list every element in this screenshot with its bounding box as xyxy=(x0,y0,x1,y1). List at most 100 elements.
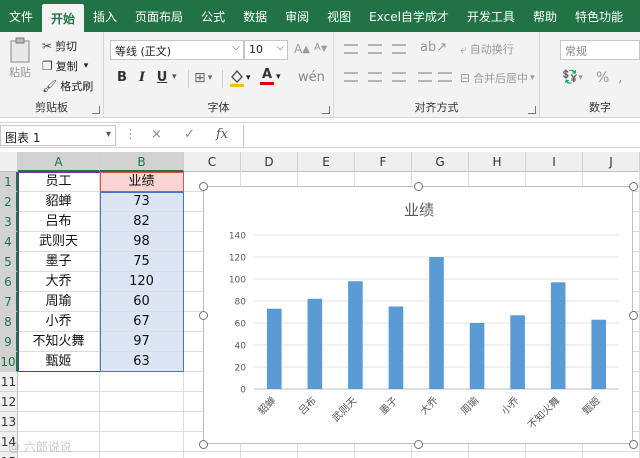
font-size-select[interactable]: 10 ⌵ xyxy=(244,40,288,60)
cell-A2[interactable]: 貂蝉 xyxy=(18,192,100,212)
align-middle-icon[interactable] xyxy=(368,44,382,54)
cell-A8[interactable]: 小乔 xyxy=(18,312,100,332)
cell-B2[interactable]: 73 xyxy=(100,192,184,212)
cell-A13[interactable] xyxy=(18,412,100,432)
tab-5[interactable]: 数据 xyxy=(234,0,276,32)
cell-B6[interactable]: 120 xyxy=(100,272,184,292)
select-all-corner[interactable] xyxy=(0,152,18,172)
align-bottom-icon[interactable] xyxy=(392,44,406,54)
cell-A11[interactable] xyxy=(18,372,100,392)
column-header-G[interactable]: G xyxy=(412,152,469,172)
tab-8[interactable]: Excel自学成才 xyxy=(360,0,458,32)
cell-B12[interactable] xyxy=(100,392,184,412)
percent-button[interactable]: % xyxy=(596,70,609,86)
decrease-indent-icon[interactable] xyxy=(418,72,432,82)
row-header-3[interactable]: 3 xyxy=(0,212,18,232)
tab-6[interactable]: 审阅 xyxy=(276,0,318,32)
column-header-A[interactable]: A xyxy=(18,152,100,172)
cell-J15[interactable] xyxy=(583,452,640,458)
tab-12[interactable]: Pow xyxy=(632,0,640,32)
resize-handle-4[interactable] xyxy=(629,311,638,320)
cell-B4[interactable]: 98 xyxy=(100,232,184,252)
resize-handle-3[interactable] xyxy=(199,311,208,320)
borders-icon[interactable]: ⊞ ▾ xyxy=(194,70,212,86)
font-name-select[interactable]: 等线 (正文) ⌵ xyxy=(110,40,244,60)
row-header-12[interactable]: 12 xyxy=(0,392,18,412)
column-header-I[interactable]: I xyxy=(526,152,583,172)
chevron-down-icon[interactable]: ▾ xyxy=(172,72,177,82)
cell-B13[interactable] xyxy=(100,412,184,432)
row-header-2[interactable]: 2 xyxy=(0,192,18,212)
row-header-8[interactable]: 8 xyxy=(0,312,18,332)
cell-I15[interactable] xyxy=(526,452,583,458)
font-color-button[interactable]: A ▾ xyxy=(260,68,281,85)
cell-B15[interactable] xyxy=(100,452,184,458)
cell-F15[interactable] xyxy=(355,452,412,458)
tab-2[interactable]: 插入 xyxy=(84,0,126,32)
cell-B7[interactable]: 60 xyxy=(100,292,184,312)
increase-font-icon[interactable]: A ▲ xyxy=(294,42,310,56)
cell-A6[interactable]: 大乔 xyxy=(18,272,100,292)
fill-color-button[interactable]: ▾ xyxy=(228,68,251,88)
align-center-icon[interactable] xyxy=(368,72,382,82)
cell-A4[interactable]: 武则天 xyxy=(18,232,100,252)
cell-B11[interactable] xyxy=(100,372,184,392)
cell-B8[interactable]: 67 xyxy=(100,312,184,332)
worksheet[interactable]: ABCDEFGHIJ 123456789101112131415 员工业绩貂蝉7… xyxy=(0,152,640,458)
cell-E15[interactable] xyxy=(298,452,355,458)
cancel-icon[interactable]: × xyxy=(151,127,162,142)
align-right-icon[interactable] xyxy=(392,72,406,82)
row-header-5[interactable]: 5 xyxy=(0,252,18,272)
cell-A1[interactable]: 员工 xyxy=(18,172,100,192)
cell-A10[interactable]: 甄姬 xyxy=(18,352,100,372)
bold-button[interactable]: B xyxy=(112,70,132,85)
column-header-B[interactable]: B xyxy=(100,152,184,172)
tab-1[interactable]: 开始 xyxy=(42,4,85,32)
name-box[interactable]: 图表 1 ▾ xyxy=(0,125,116,146)
dialog-launcher-icon[interactable] xyxy=(322,106,330,114)
resize-handle-5[interactable] xyxy=(199,440,208,449)
cell-B14[interactable] xyxy=(100,432,184,452)
tab-9[interactable]: 开发工具 xyxy=(458,0,524,32)
column-header-J[interactable]: J xyxy=(583,152,640,172)
column-header-E[interactable]: E xyxy=(298,152,355,172)
resize-handle-6[interactable] xyxy=(414,440,423,449)
tab-0[interactable]: 文件 xyxy=(0,0,42,32)
cell-C15[interactable] xyxy=(184,452,241,458)
orientation-icon[interactable]: ab↗ xyxy=(420,40,447,55)
decrease-font-icon[interactable]: A ▼ xyxy=(314,42,327,53)
column-header-F[interactable]: F xyxy=(355,152,412,172)
tab-3[interactable]: 页面布局 xyxy=(126,0,192,32)
dialog-launcher-icon[interactable] xyxy=(528,106,536,114)
number-format-select[interactable]: 常规 xyxy=(560,40,640,60)
comma-style-icon[interactable]: , xyxy=(618,70,622,86)
dialog-launcher-icon[interactable] xyxy=(92,106,100,114)
underline-button[interactable]: U xyxy=(152,70,172,85)
cell-B1[interactable]: 业绩 xyxy=(100,172,184,192)
wrap-text-button[interactable]: ⤶ 自动换行 xyxy=(460,41,514,57)
column-header-D[interactable]: D xyxy=(241,152,298,172)
paste-button[interactable]: 粘贴 xyxy=(6,36,34,80)
cell-G15[interactable] xyxy=(412,452,469,458)
resize-handle-7[interactable] xyxy=(629,440,638,449)
resize-handle-0[interactable] xyxy=(199,182,208,191)
cell-A3[interactable]: 吕布 xyxy=(18,212,100,232)
resize-handle-2[interactable] xyxy=(629,182,638,191)
cell-A12[interactable] xyxy=(18,392,100,412)
row-header-7[interactable]: 7 xyxy=(0,292,18,312)
cell-B3[interactable]: 82 xyxy=(100,212,184,232)
cell-D15[interactable] xyxy=(241,452,298,458)
tab-7[interactable]: 视图 xyxy=(318,0,360,32)
tab-4[interactable]: 公式 xyxy=(192,0,234,32)
resize-handle-1[interactable] xyxy=(414,182,423,191)
cell-A5[interactable]: 墨子 xyxy=(18,252,100,272)
formula-input[interactable] xyxy=(243,125,640,146)
cell-B10[interactable]: 63 xyxy=(100,352,184,372)
row-header-13[interactable]: 13 xyxy=(0,412,18,432)
currency-icon[interactable]: 💱 ▾ xyxy=(562,70,583,85)
cell-B9[interactable]: 97 xyxy=(100,332,184,352)
column-header-H[interactable]: H xyxy=(469,152,526,172)
row-header-6[interactable]: 6 xyxy=(0,272,18,292)
merge-center-button[interactable]: ⊟ 合并后居中 ▾ xyxy=(460,70,535,86)
cell-A9[interactable]: 不知火舞 xyxy=(18,332,100,352)
